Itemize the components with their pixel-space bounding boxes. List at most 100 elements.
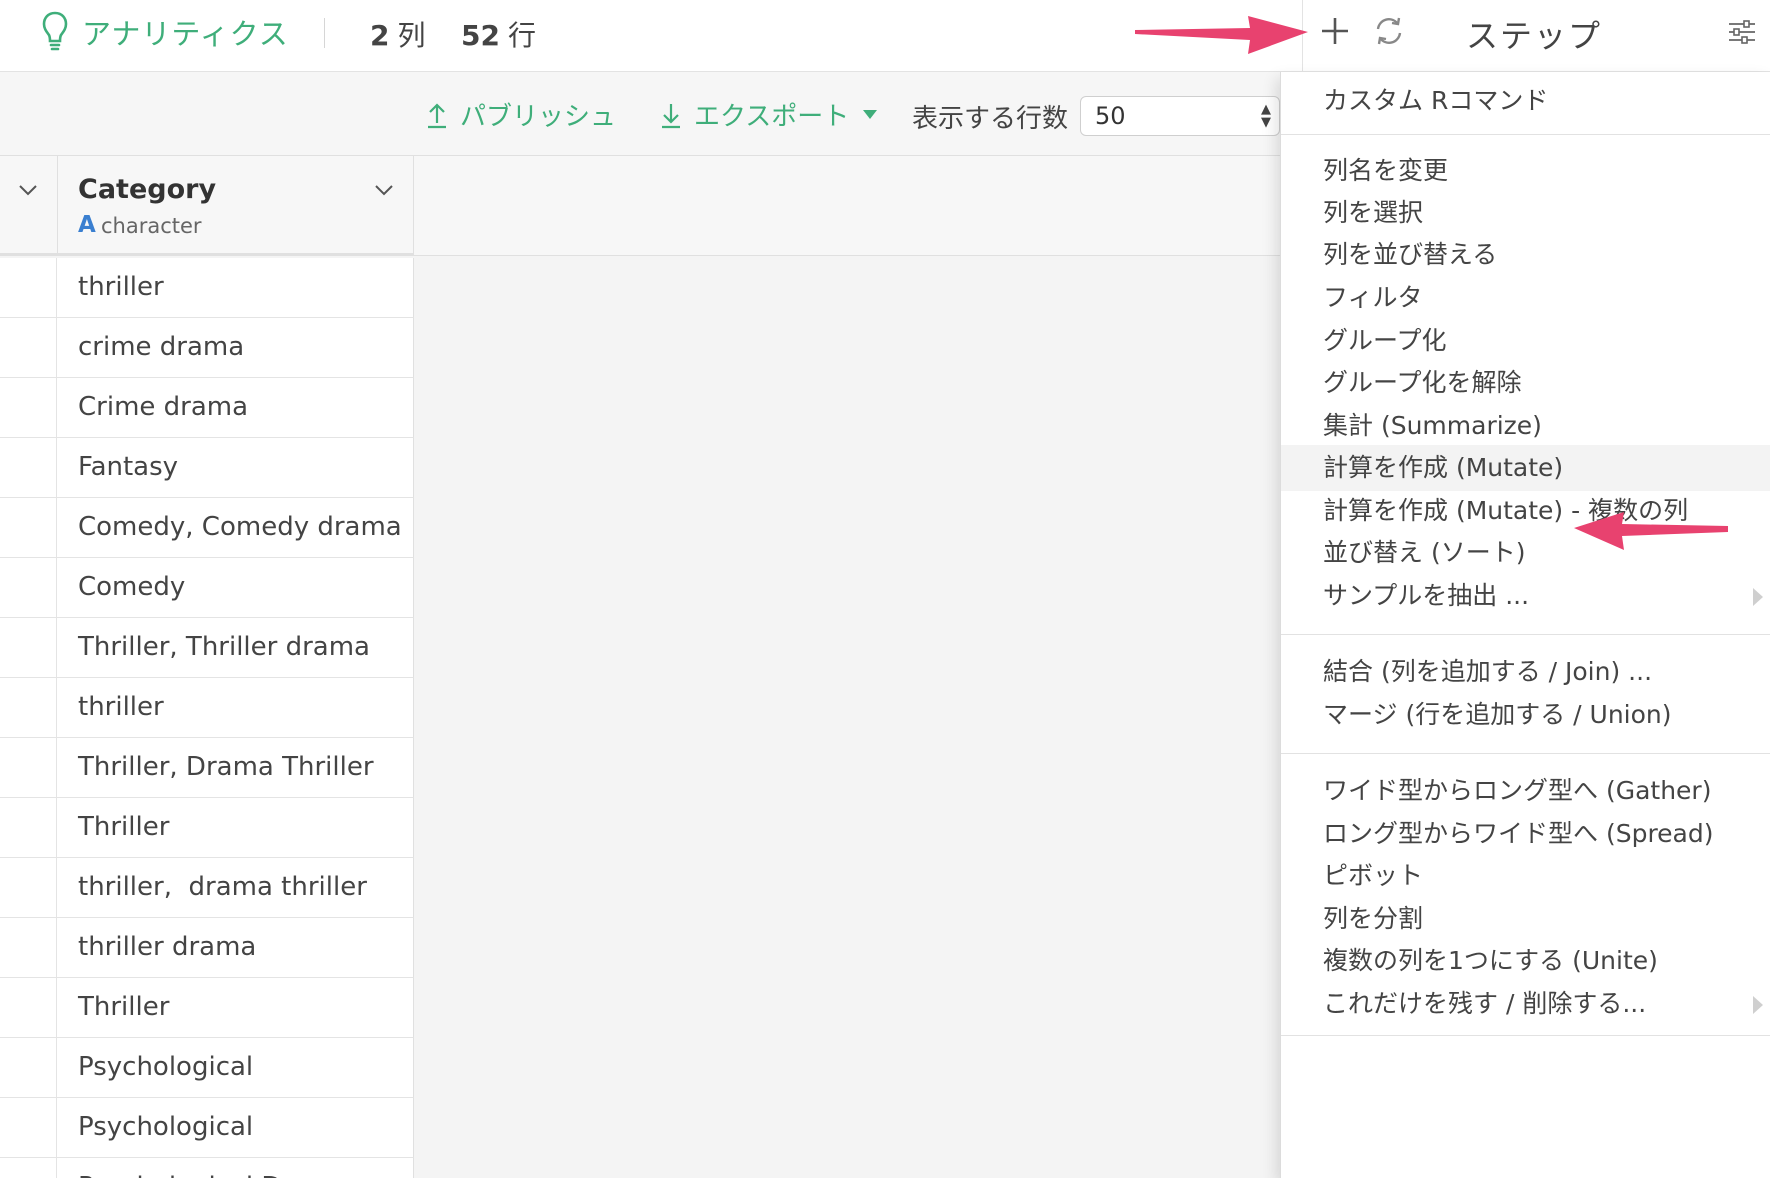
row-index-cell	[0, 978, 57, 1038]
row-index-cell	[0, 1038, 57, 1098]
app-title[interactable]: アナリティクス	[82, 11, 289, 53]
menu-item[interactable]: これだけを残す / 削除する...	[1281, 981, 1770, 1027]
publish-button[interactable]: パブリッシュ	[424, 96, 616, 133]
rows-to-show-label: 表示する行数	[912, 104, 1069, 134]
divider	[324, 18, 325, 48]
menu-item[interactable]: 列を並び替える	[1281, 232, 1770, 278]
category-cell[interactable]: Comedy, Comedy drama	[78, 512, 402, 542]
plus-icon[interactable]	[1318, 14, 1352, 48]
menu-separator	[1281, 634, 1770, 635]
toolbar: パブリッシュ エクスポート 表示する行数 50 ▲ ▼	[0, 72, 1280, 156]
category-cell[interactable]: Thriller	[78, 812, 169, 842]
character-type-icon: A	[78, 212, 96, 238]
menu-item[interactable]: 列を分割	[1281, 896, 1770, 942]
table-row: Crime drama	[0, 378, 414, 438]
table-row: Comedy, Comedy drama	[0, 498, 414, 558]
menu-item-label: 複数の列を1つにする (Unite)	[1323, 946, 1658, 975]
menu-item-label: 集計 (Summarize)	[1323, 411, 1542, 440]
table-row: Thriller, Thriller drama	[0, 618, 414, 678]
columns-unit: 列	[397, 19, 426, 52]
menu-item[interactable]: 計算を作成 (Mutate)	[1281, 445, 1770, 491]
refresh-icon[interactable]	[1372, 14, 1406, 48]
category-cell[interactable]: Thriller, Thriller drama	[78, 632, 370, 662]
menu-item[interactable]: サンプルを抽出 ...	[1281, 573, 1770, 619]
chevron-down-icon[interactable]	[16, 178, 40, 202]
menu-item[interactable]: ロング型からワイド型へ (Spread)	[1281, 811, 1770, 857]
category-cell[interactable]: thriller, drama thriller	[78, 872, 367, 902]
table-row: Psychological Drama	[0, 1158, 414, 1178]
category-cell[interactable]: thriller	[78, 692, 164, 722]
menu-item[interactable]: 結合 (列を追加する / Join) ...	[1281, 649, 1770, 695]
row-index-cell	[0, 738, 57, 798]
columns-count: 2列	[370, 14, 426, 54]
category-cell[interactable]: Psychological	[78, 1052, 253, 1082]
row-index-cell	[0, 1158, 57, 1178]
category-cell[interactable]: Psychological Drama	[78, 1172, 349, 1178]
sliders-icon[interactable]	[1726, 16, 1758, 48]
menu-item-label: グループ化を解除	[1323, 368, 1522, 397]
add-step-menu: カスタム Rコマンド列名を変更列を選択列を並び替えるフィルタグループ化グループ化…	[1280, 72, 1770, 1178]
menu-item[interactable]: 列名を変更	[1281, 148, 1770, 194]
category-cell[interactable]: Psychological	[78, 1112, 253, 1142]
menu-item[interactable]: フィルタ	[1281, 275, 1770, 321]
table-row: thriller, drama thriller	[0, 858, 414, 918]
table-row: Psychological	[0, 1038, 414, 1098]
row-index-cell	[0, 618, 57, 678]
category-cell[interactable]: crime drama	[78, 332, 244, 362]
row-index-cell	[0, 558, 57, 618]
menu-item[interactable]: 列を選択	[1281, 190, 1770, 236]
category-cell[interactable]: thriller	[78, 272, 164, 302]
menu-item[interactable]: 並び替え (ソート)	[1281, 530, 1770, 576]
table-row: Thriller	[0, 978, 414, 1038]
menu-item[interactable]: 集計 (Summarize)	[1281, 403, 1770, 449]
table-row: crime drama	[0, 318, 414, 378]
chevron-down-icon[interactable]	[372, 178, 396, 202]
divider	[1302, 0, 1303, 72]
menu-item[interactable]: 計算を作成 (Mutate) - 複数の列	[1281, 488, 1770, 534]
rows-to-show-value: 50	[1095, 102, 1126, 130]
menu-separator	[1281, 1035, 1770, 1036]
export-button[interactable]: エクスポート	[658, 96, 878, 133]
column-header-category[interactable]: Category A character	[0, 156, 414, 256]
category-cell[interactable]: Thriller, Drama Thriller	[78, 752, 374, 782]
rows-count-value: 52	[461, 19, 500, 52]
lightbulb-icon	[42, 11, 68, 51]
menu-item[interactable]: ピボット	[1281, 853, 1770, 899]
menu-item-label: ワイド型からロング型へ (Gather)	[1323, 776, 1712, 805]
table-row: Thriller, Drama Thriller	[0, 738, 414, 798]
menu-item-label: 結合 (列を追加する / Join) ...	[1323, 657, 1653, 686]
menu-item-label: 列を選択	[1323, 198, 1424, 227]
columns-count-value: 2	[370, 19, 390, 52]
menu-item[interactable]: カスタム Rコマンド	[1281, 78, 1770, 124]
row-index-cell	[0, 318, 57, 378]
rows-to-show-select[interactable]: 50 ▲ ▼	[1080, 96, 1280, 136]
table-row: thriller drama	[0, 918, 414, 978]
category-cell[interactable]: Fantasy	[78, 452, 178, 482]
column-type: character	[101, 214, 202, 238]
table-row: Thriller	[0, 798, 414, 858]
row-index-cell	[0, 498, 57, 558]
menu-item[interactable]: グループ化	[1281, 318, 1770, 364]
menu-item[interactable]: グループ化を解除	[1281, 360, 1770, 406]
category-cell[interactable]: thriller drama	[78, 932, 256, 962]
menu-separator	[1281, 134, 1770, 135]
category-cell[interactable]: Crime drama	[78, 392, 248, 422]
publish-label: パブリッシュ	[460, 102, 617, 132]
row-index-cell	[0, 378, 57, 438]
rows-unit: 行	[507, 19, 536, 52]
menu-item-label: ロング型からワイド型へ (Spread)	[1323, 819, 1714, 848]
row-index-cell	[0, 798, 57, 858]
category-cell[interactable]: Thriller	[78, 992, 169, 1022]
caret-down-icon	[863, 110, 878, 119]
category-cell[interactable]: Comedy	[78, 572, 185, 602]
menu-item-label: カスタム Rコマンド	[1323, 86, 1549, 115]
menu-item[interactable]: マージ (行を追加する / Union)	[1281, 692, 1770, 738]
menu-separator	[1281, 753, 1770, 754]
menu-item-label: 計算を作成 (Mutate) - 複数の列	[1323, 496, 1689, 525]
row-index-cell	[0, 918, 57, 978]
menu-item[interactable]: ワイド型からロング型へ (Gather)	[1281, 768, 1770, 814]
menu-item[interactable]: 複数の列を1つにする (Unite)	[1281, 938, 1770, 984]
menu-item-label: フィルタ	[1323, 283, 1423, 312]
export-label: エクスポート	[694, 102, 850, 132]
row-index-cell	[0, 678, 57, 738]
